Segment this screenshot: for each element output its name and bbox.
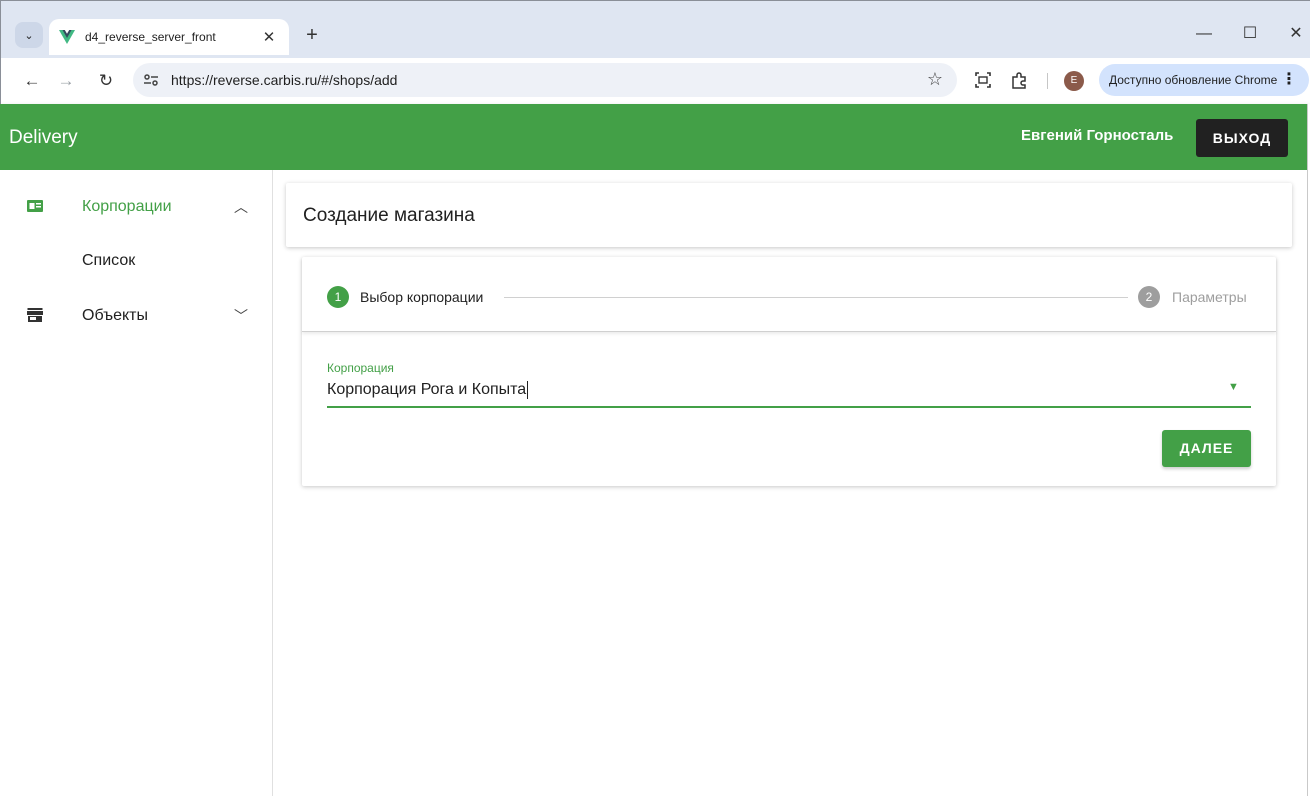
new-tab-icon[interactable]: +: [301, 23, 323, 47]
address-bar[interactable]: https://reverse.carbis.ru/#/shops/add ☆: [133, 63, 957, 97]
browser-tab[interactable]: d4_reverse_server_front ✕: [49, 19, 289, 55]
sidebar: Корпорации ︿ Список Объекты ﹀: [0, 170, 273, 796]
corporation-select-value: Корпорация Рога и Копыта: [327, 381, 527, 399]
dropdown-arrow-icon[interactable]: ▼: [1228, 381, 1239, 393]
step-1-label[interactable]: Выбор корпорации: [360, 289, 483, 305]
site-settings-icon[interactable]: [143, 72, 159, 88]
step-1-number: 1: [327, 286, 349, 308]
logout-button[interactable]: Выход: [1196, 119, 1288, 157]
chrome-update-button[interactable]: Доступно обновление Chrome ⋮: [1099, 64, 1309, 96]
main-content: Создание магазина 1 Выбор корпорации 2 П…: [273, 170, 1310, 796]
extensions-icon[interactable]: [1009, 70, 1029, 90]
business-card-icon: [27, 200, 43, 212]
reload-icon[interactable]: ↻: [93, 68, 119, 94]
bookmark-star-icon[interactable]: ☆: [927, 69, 943, 90]
url-text: https://reverse.carbis.ru/#/shops/add: [171, 72, 398, 88]
app-bar: Delivery Евгений Горносталь Выход: [0, 104, 1310, 170]
step-divider: [504, 297, 1128, 298]
text-caret: [527, 381, 529, 399]
screenshot-icon[interactable]: [973, 70, 993, 90]
stepper-header: 1 Выбор корпорации 2 Параметры: [302, 257, 1276, 332]
corporation-select[interactable]: Корпорация Рога и Копыта: [327, 381, 529, 399]
maximize-icon[interactable]: ☐: [1235, 23, 1265, 45]
field-underline: [327, 406, 1251, 408]
more-menu-icon[interactable]: ⋮: [1281, 64, 1297, 96]
back-icon[interactable]: ←: [19, 68, 45, 94]
corporation-field-label: Корпорация: [327, 361, 394, 375]
forward-icon[interactable]: →: [53, 68, 79, 94]
sidebar-subitem-list[interactable]: Список: [82, 252, 135, 270]
store-icon: [27, 308, 43, 322]
minimize-icon[interactable]: —: [1189, 23, 1219, 45]
browser-toolbar: ← → ↻ https://reverse.carbis.ru/#/shops/…: [0, 58, 1310, 104]
window-close-icon[interactable]: ✕: [1281, 23, 1310, 45]
step-2-number: 2: [1138, 286, 1160, 308]
title-card: Создание магазина: [286, 183, 1292, 247]
app-title: Delivery: [9, 127, 78, 148]
tab-search-icon[interactable]: ⌄: [15, 22, 43, 48]
profile-avatar[interactable]: E: [1064, 71, 1084, 91]
chevron-up-icon: ︿: [234, 199, 248, 215]
sidebar-item-label: Объекты: [82, 307, 148, 324]
vue-logo-icon: [59, 30, 75, 44]
chevron-down-icon: ﹀: [234, 308, 248, 324]
sidebar-item-label: Корпорации: [82, 198, 172, 215]
sidebar-item-corporations[interactable]: Корпорации ︿: [0, 183, 272, 231]
tab-title: d4_reverse_server_front: [85, 30, 216, 44]
tab-close-icon[interactable]: ✕: [259, 28, 279, 46]
page-title: Создание магазина: [303, 205, 475, 226]
stepper-card: 1 Выбор корпорации 2 Параметры Корпораци…: [302, 257, 1276, 486]
sidebar-item-objects[interactable]: Объекты ﹀: [0, 292, 272, 340]
browser-tab-strip: ⌄ d4_reverse_server_front ✕ + — ☐ ✕: [0, 0, 1310, 58]
user-name: Евгений Горносталь: [1021, 127, 1174, 144]
update-text: Доступно обновление Chrome: [1109, 73, 1278, 87]
next-button[interactable]: ДАЛЕЕ: [1162, 430, 1251, 467]
step-2-label[interactable]: Параметры: [1172, 289, 1247, 305]
toolbar-separator: [1047, 73, 1048, 89]
